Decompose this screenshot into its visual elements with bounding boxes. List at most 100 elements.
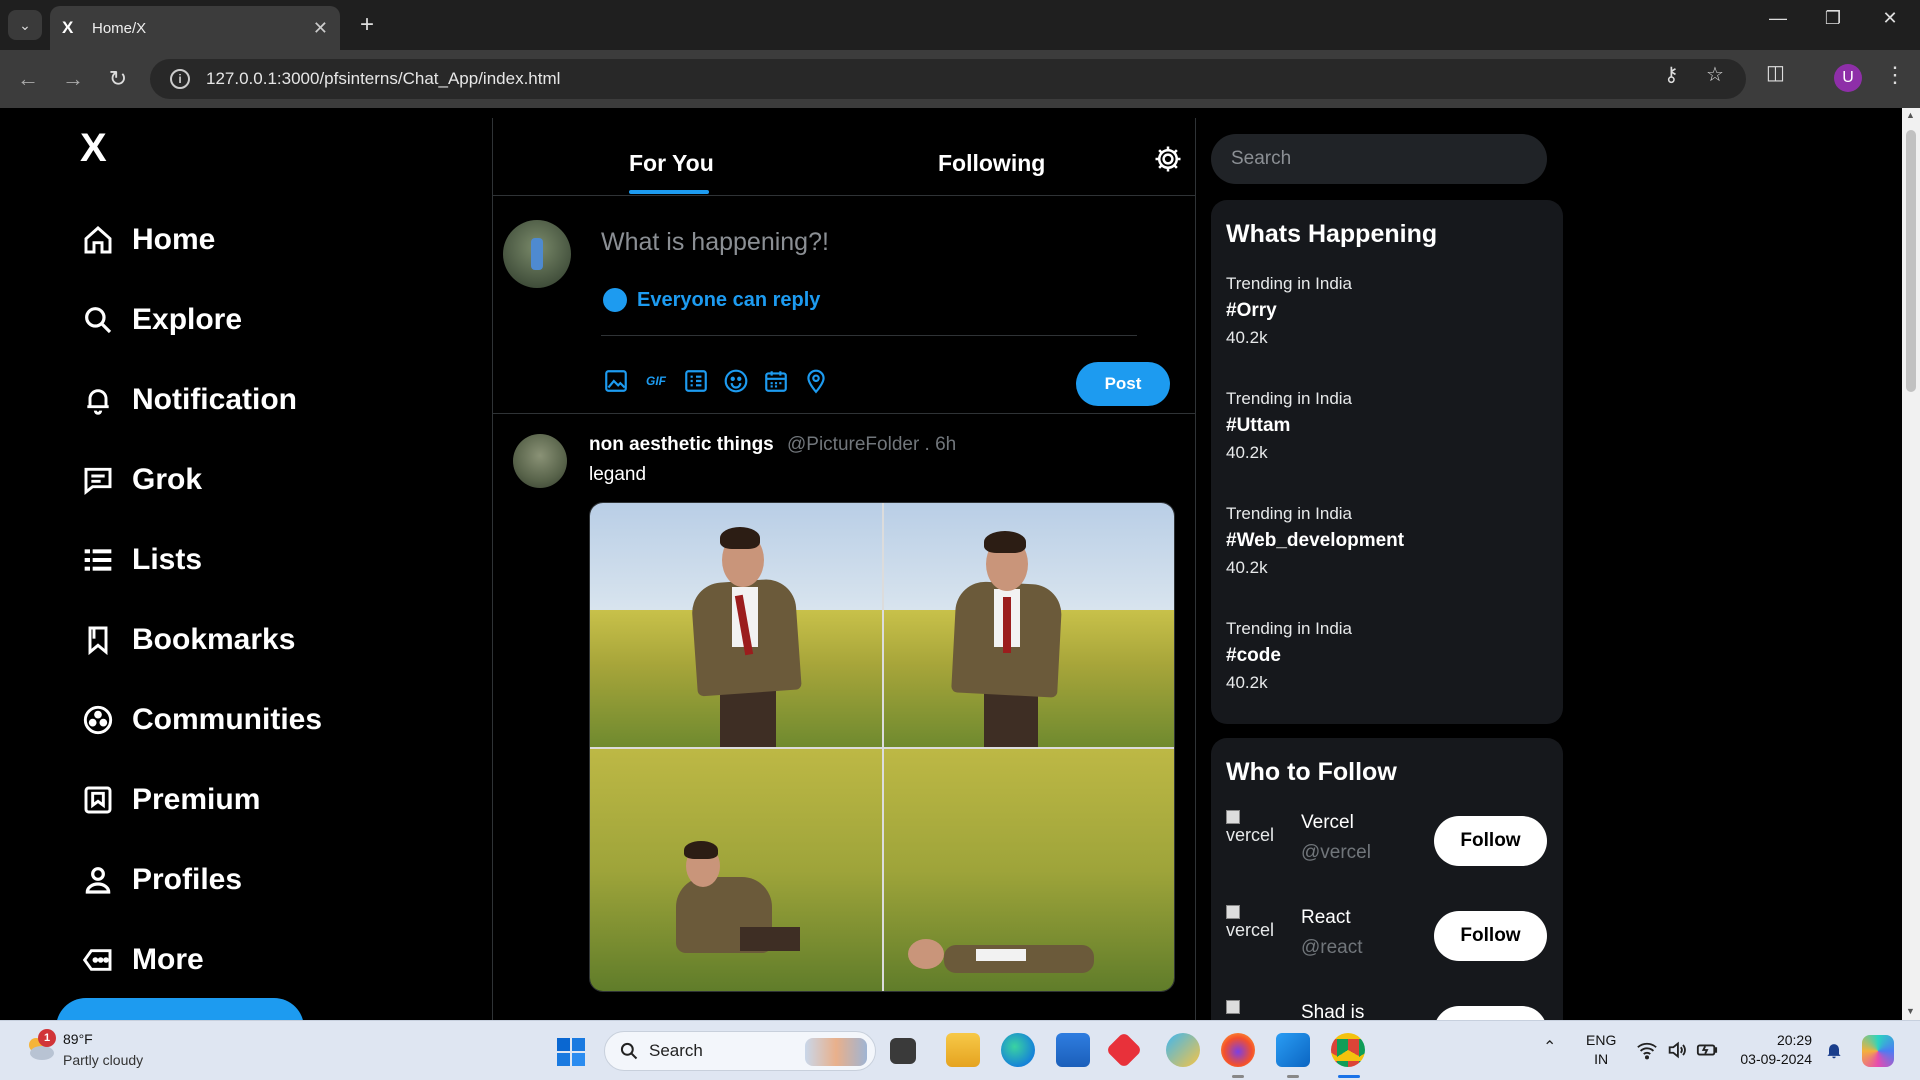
trend-category: Trending in India: [1226, 274, 1353, 293]
notification-bell-icon[interactable]: [1824, 1039, 1844, 1061]
x-logo-icon[interactable]: X: [80, 126, 107, 171]
scrollbar-thumb[interactable]: [1906, 130, 1916, 392]
volume-icon[interactable]: [1666, 1039, 1688, 1061]
avatar-alt-text: vercel: [1226, 825, 1275, 845]
composer-divider: [601, 335, 1137, 336]
trend-tag[interactable]: #Uttam: [1226, 415, 1290, 437]
new-tab-button[interactable]: +: [352, 10, 382, 40]
emoji-icon[interactable]: [723, 368, 749, 394]
extensions-icon[interactable]: ◫: [1766, 60, 1785, 85]
tab-following[interactable]: Following: [938, 150, 1045, 177]
poll-icon[interactable]: [683, 368, 709, 394]
app-red-diamond-icon[interactable]: [1105, 1031, 1143, 1069]
close-tab-icon[interactable]: ✕: [313, 18, 328, 39]
site-info-icon[interactable]: i: [170, 69, 190, 89]
follow-avatar: vercel: [1226, 810, 1282, 846]
task-view-icon[interactable]: [890, 1038, 916, 1064]
communities-icon: [83, 705, 113, 735]
media-panel: [884, 749, 1174, 991]
close-window-button[interactable]: ✕: [1870, 8, 1910, 29]
trend-category: Trending in India: [1226, 504, 1353, 523]
url-bar[interactable]: i 127.0.0.1:3000/pfsinterns/Chat_App/ind…: [150, 59, 1746, 99]
post-button[interactable]: Post: [1076, 362, 1170, 406]
gif-icon[interactable]: GIF: [643, 368, 669, 394]
follow-name[interactable]: Shad is: [1301, 1002, 1364, 1020]
avatar[interactable]: [513, 434, 567, 488]
browser-tab-active[interactable]: X Home/X ✕: [50, 6, 340, 50]
app-running-indicator: [1287, 1075, 1299, 1078]
file-explorer-icon[interactable]: [946, 1033, 980, 1067]
forward-button[interactable]: →: [57, 64, 89, 94]
tab-for-you[interactable]: For You: [629, 150, 714, 177]
chrome-icon[interactable]: [1331, 1033, 1365, 1067]
reply-setting[interactable]: Everyone can reply: [603, 288, 820, 312]
sidebar-item-more[interactable]: More: [82, 938, 204, 982]
taskbar-search[interactable]: Search: [604, 1031, 876, 1071]
tweet-media-image[interactable]: [589, 502, 1175, 992]
firefox-icon[interactable]: [1221, 1033, 1255, 1067]
back-button[interactable]: ←: [12, 64, 44, 94]
location-icon[interactable]: [803, 368, 829, 394]
trend-tag[interactable]: #code: [1226, 645, 1281, 667]
follow-name[interactable]: Vercel: [1301, 812, 1354, 834]
follow-name[interactable]: React: [1301, 907, 1351, 929]
system-clock[interactable]: 20:29 03-09-2024: [1736, 1031, 1812, 1069]
trend-tag[interactable]: #Web_development: [1226, 530, 1404, 552]
sidebar-item-profiles[interactable]: Profiles: [82, 858, 242, 902]
avatar: [503, 220, 571, 288]
gear-icon[interactable]: [1153, 144, 1183, 174]
sidebar-item-premium[interactable]: Premium: [82, 778, 260, 822]
trend-category: Trending in India: [1226, 389, 1353, 408]
sidebar-item-communities[interactable]: Communities: [82, 698, 322, 742]
compose-input[interactable]: What is happening?!: [601, 228, 829, 257]
sidebar-item-notification[interactable]: Notification: [82, 378, 297, 422]
language-indicator[interactable]: ENG IN: [1586, 1031, 1616, 1069]
scroll-up-icon[interactable]: ▲: [1906, 110, 1915, 120]
vscode-icon[interactable]: [1276, 1033, 1310, 1067]
password-key-icon[interactable]: ⚷: [1664, 62, 1679, 87]
trend-tag[interactable]: #Orry: [1226, 300, 1277, 322]
bookmark-star-icon[interactable]: ☆: [1706, 62, 1724, 87]
schedule-icon[interactable]: [763, 368, 789, 394]
sidebar-item-label: Home: [132, 223, 216, 256]
broken-image-icon: [1226, 1000, 1240, 1014]
battery-icon[interactable]: [1696, 1039, 1718, 1061]
broken-image-icon: [1226, 905, 1240, 919]
follow-button[interactable]: Follow: [1434, 816, 1547, 866]
sidebar-post-button[interactable]: [56, 998, 304, 1020]
page-content: X Home Explore Notification Grok Lists B…: [0, 108, 1902, 1020]
minimize-button[interactable]: —: [1758, 8, 1798, 29]
app-active-indicator: [1338, 1075, 1360, 1078]
sidebar-item-grok[interactable]: Grok: [82, 458, 202, 502]
follow-button[interactable]: [1434, 1006, 1547, 1020]
sidebar-item-bookmarks[interactable]: Bookmarks: [82, 618, 295, 662]
trend-count: 40.2k: [1226, 673, 1268, 692]
weather-condition[interactable]: Partly cloudy: [63, 1052, 143, 1068]
edge-icon[interactable]: [1001, 1033, 1035, 1067]
windows-start-icon[interactable]: [556, 1037, 586, 1067]
tweet-author-name[interactable]: non aesthetic things: [589, 434, 774, 456]
profile-avatar[interactable]: U: [1834, 64, 1862, 92]
tab-search-dropdown[interactable]: ⌄: [8, 10, 42, 40]
page-scrollbar[interactable]: ▲ ▼: [1902, 108, 1920, 1020]
sidebar-item-home[interactable]: Home: [82, 218, 215, 262]
weather-temp[interactable]: 89°F: [63, 1031, 93, 1047]
follow-button[interactable]: Follow: [1434, 911, 1547, 961]
reload-button[interactable]: ↻: [102, 64, 134, 94]
app-feather-icon[interactable]: [1166, 1033, 1200, 1067]
windows-taskbar: 1 89°F Partly cloudy Search ⌃ ENG IN 20:…: [0, 1020, 1920, 1080]
x-favicon-icon: X: [62, 18, 74, 37]
search-input[interactable]: Search: [1211, 134, 1547, 184]
browser-menu-icon[interactable]: ⋮: [1884, 62, 1906, 88]
chevron-up-icon[interactable]: ⌃: [1543, 1037, 1556, 1057]
scroll-down-icon[interactable]: ▼: [1906, 1006, 1915, 1016]
wifi-icon[interactable]: [1636, 1039, 1658, 1061]
image-icon[interactable]: [603, 368, 629, 394]
sidebar-item-lists[interactable]: Lists: [82, 538, 202, 582]
sidebar-item-explore[interactable]: Explore: [82, 298, 242, 342]
copilot-icon[interactable]: [1862, 1035, 1894, 1067]
store-icon[interactable]: [1056, 1033, 1090, 1067]
app-running-indicator: [1232, 1075, 1244, 1078]
restore-button[interactable]: ❐: [1813, 8, 1853, 29]
trend-category: Trending in India: [1226, 619, 1353, 638]
